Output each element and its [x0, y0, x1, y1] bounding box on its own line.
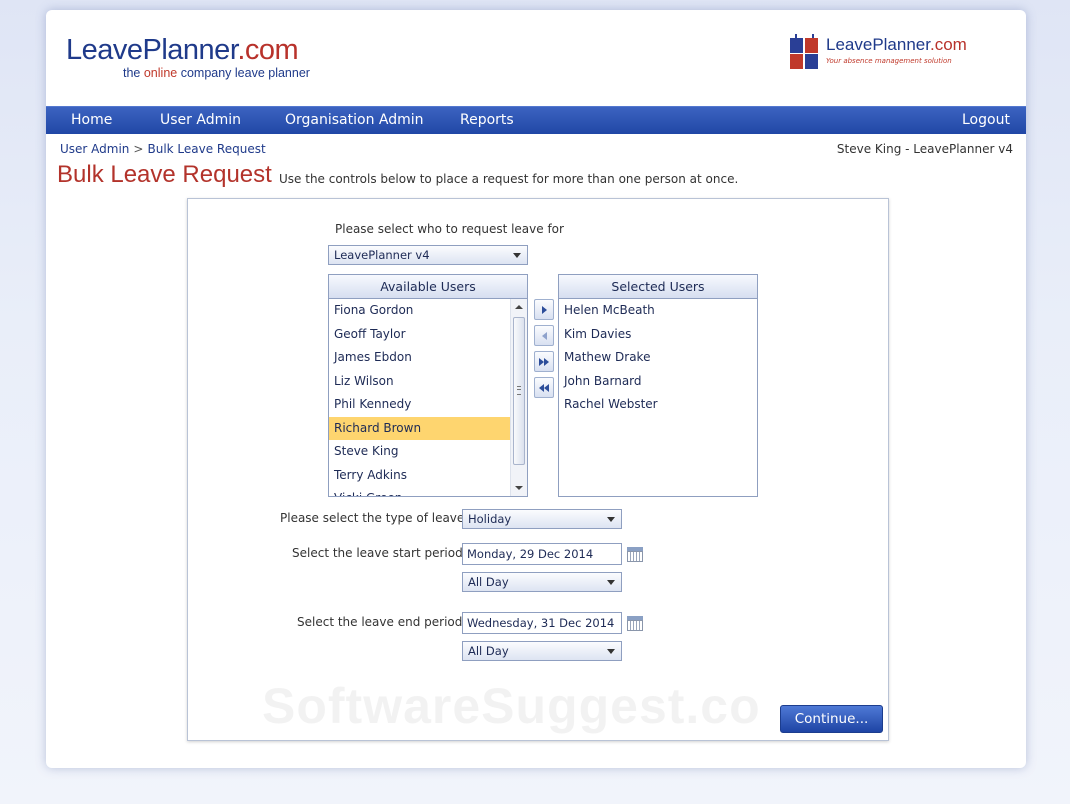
nav-logout[interactable]: Logout	[962, 107, 1010, 134]
bulk-request-panel: Please select who to request leave for L…	[187, 198, 889, 741]
list-item[interactable]: Helen McBeath	[559, 299, 757, 323]
list-item[interactable]: Fiona Gordon	[329, 299, 527, 323]
available-users-header: Available Users	[329, 275, 527, 299]
list-item[interactable]: Vicki Green	[329, 487, 527, 496]
start-period-label: Select the leave start period	[292, 546, 463, 560]
chevron-left-icon	[541, 331, 547, 340]
move-left-button[interactable]	[534, 325, 554, 346]
user-info: Steve King - LeavePlanner v4	[836, 142, 1013, 156]
list-item[interactable]: Terry Adkins	[329, 464, 527, 488]
available-users-list[interactable]: Available Users Fiona Gordon Geoff Taylor…	[328, 274, 528, 497]
start-part-select[interactable]: All Day	[462, 572, 622, 592]
watermark: SoftwareSuggest.co	[262, 678, 761, 734]
nav-reports[interactable]: Reports	[460, 107, 514, 134]
nav-user-admin[interactable]: User Admin	[160, 107, 241, 134]
end-part-select[interactable]: All Day	[462, 641, 622, 661]
available-users-scrollbar[interactable]	[510, 299, 527, 496]
page-title: Bulk Leave Request	[57, 161, 272, 188]
leave-type-label: Please select the type of leave	[280, 511, 465, 525]
move-all-right-button[interactable]	[534, 351, 554, 372]
breadcrumb: User Admin > Bulk Leave Request	[60, 142, 266, 156]
nav-home[interactable]: Home	[71, 107, 112, 134]
chevron-down-icon	[513, 253, 521, 258]
calendar-blocks-icon	[790, 34, 820, 69]
start-date-input[interactable]: Monday, 29 Dec 2014	[462, 543, 622, 565]
scroll-down-icon[interactable]	[515, 486, 523, 490]
start-calendar-icon[interactable]	[627, 547, 643, 562]
list-item[interactable]: Steve King	[329, 440, 527, 464]
continue-button[interactable]: Continue...	[780, 705, 883, 733]
breadcrumb-current[interactable]: Bulk Leave Request	[147, 142, 265, 156]
chevron-right-icon	[541, 305, 547, 314]
leaveplanner-logo[interactable]: LeavePlanner.com the online company leav…	[66, 34, 310, 80]
main-nav: Home User Admin Organisation Admin Repor…	[46, 106, 1026, 134]
move-right-button[interactable]	[534, 299, 554, 320]
list-item[interactable]: Rachel Webster	[559, 393, 757, 417]
end-calendar-icon[interactable]	[627, 616, 643, 631]
who-label: Please select who to request leave for	[335, 222, 564, 236]
move-all-left-button[interactable]	[534, 377, 554, 398]
list-item[interactable]: James Ebdon	[329, 346, 527, 370]
page-subtitle: Use the controls below to place a reques…	[279, 172, 739, 186]
scroll-up-icon[interactable]	[515, 305, 523, 309]
chevron-down-icon	[607, 580, 615, 585]
end-period-label: Select the leave end period	[297, 615, 463, 629]
chevron-down-icon	[607, 649, 615, 654]
list-item[interactable]: Richard Brown	[329, 416, 527, 440]
list-item[interactable]: Phil Kennedy	[329, 393, 527, 417]
list-item[interactable]: John Barnard	[559, 370, 757, 394]
grip-icon	[517, 386, 521, 395]
breadcrumb-user-admin[interactable]: User Admin	[60, 142, 129, 156]
list-item[interactable]: Geoff Taylor	[329, 323, 527, 347]
list-item[interactable]: Kim Davies	[559, 323, 757, 347]
page-container: LeavePlanner.com the online company leav…	[46, 10, 1026, 768]
selected-users-header: Selected Users	[559, 275, 757, 299]
leaveplanner-brand-logo: LeavePlanner.com Your absence management…	[790, 34, 967, 69]
list-item[interactable]: Mathew Drake	[559, 346, 757, 370]
leave-type-select[interactable]: Holiday	[462, 509, 622, 529]
selected-users-list[interactable]: Selected Users Helen McBeath Kim Davies Ma…	[558, 274, 758, 497]
nav-organisation-admin[interactable]: Organisation Admin	[285, 107, 424, 134]
end-date-input[interactable]: Wednesday, 31 Dec 2014	[462, 612, 622, 634]
chevron-down-icon	[607, 517, 615, 522]
list-item[interactable]: Liz Wilson	[329, 370, 527, 394]
group-select[interactable]: LeavePlanner v4	[328, 245, 528, 265]
